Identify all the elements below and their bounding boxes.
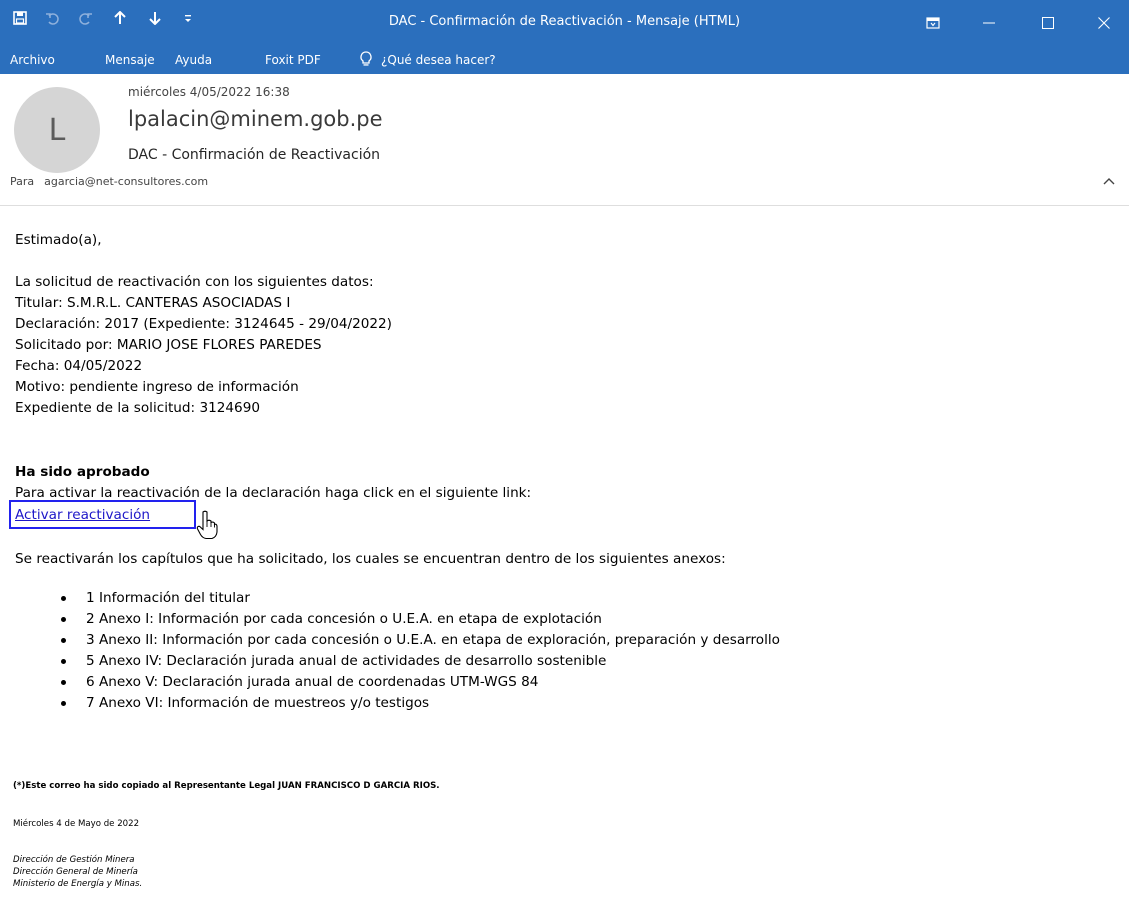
to-label: Para bbox=[10, 175, 35, 188]
tab-ayuda[interactable]: Ayuda bbox=[175, 53, 212, 67]
title-bar: DAC - Confirmación de Reactivación - Men… bbox=[0, 0, 1129, 46]
footer-note: (*)Este correo ha sido copiado al Repres… bbox=[13, 781, 440, 791]
bullet-icon bbox=[61, 638, 66, 643]
redo-icon[interactable] bbox=[76, 8, 96, 28]
recipients-line: Para agarcia@net-consultores.com bbox=[10, 175, 208, 188]
sent-date: miércoles 4/05/2022 16:38 bbox=[128, 85, 290, 99]
list-item: 3 Anexo II: Información por cada concesi… bbox=[15, 632, 780, 653]
list-item: 1 Información del titular bbox=[15, 590, 780, 611]
lightbulb-icon[interactable] bbox=[359, 51, 373, 67]
bullet-icon bbox=[61, 659, 66, 664]
avatar-initial: L bbox=[48, 112, 66, 148]
bullet-icon bbox=[61, 701, 66, 706]
maximize-icon[interactable] bbox=[1025, 0, 1071, 46]
declaracion: Declaración: 2017 (Expediente: 3124645 -… bbox=[15, 316, 392, 332]
minimize-icon[interactable] bbox=[966, 0, 1012, 46]
undo-icon[interactable] bbox=[42, 8, 62, 28]
close-icon[interactable] bbox=[1081, 0, 1127, 46]
anexos-list: 1 Información del titular 2 Anexo I: Inf… bbox=[15, 590, 780, 716]
link-instruction: Para activar la reactivación de la decla… bbox=[15, 485, 532, 501]
bullet-icon bbox=[61, 617, 66, 622]
tab-foxit-pdf[interactable]: Foxit PDF bbox=[265, 53, 321, 67]
window-title-wrap: DAC - Confirmación de Reactivación - Men… bbox=[0, 14, 1129, 29]
list-item: 7 Anexo VI: Información de muestreos y/o… bbox=[15, 695, 780, 716]
signature-line-1: Dirección de Gestión Minera bbox=[13, 855, 135, 865]
sender-address[interactable]: lpalacin@minem.gob.pe bbox=[128, 107, 383, 131]
down-arrow-icon[interactable] bbox=[145, 8, 165, 28]
anexo-label: 5 Anexo IV: Declaración jurada anual de … bbox=[86, 653, 607, 669]
avatar: L bbox=[14, 87, 100, 173]
message-header: L miércoles 4/05/2022 16:38 lpalacin@min… bbox=[0, 74, 1129, 206]
signature-line-3: Ministerio de Energía y Minas. bbox=[13, 879, 143, 889]
titular: Titular: S.M.R.L. CANTERAS ASOCIADAS I bbox=[15, 295, 291, 311]
greeting: Estimado(a), bbox=[15, 232, 102, 248]
signature-line-2: Dirección General de Minería bbox=[13, 867, 138, 877]
expediente-solicitud: Expediente de la solicitud: 3124690 bbox=[15, 400, 260, 416]
list-item: 6 Anexo V: Declaración jurada anual de c… bbox=[15, 674, 780, 695]
tab-mensaje[interactable]: Mensaje bbox=[105, 53, 155, 67]
customize-icon[interactable] bbox=[178, 8, 198, 28]
list-item: 2 Anexo I: Información por cada concesió… bbox=[15, 611, 780, 632]
capitulos-text: Se reactivarán los capítulos que ha soli… bbox=[15, 551, 726, 567]
window-title: DAC - Confirmación de Reactivación - Men… bbox=[388, 14, 741, 29]
anexo-label: 3 Anexo II: Información por cada concesi… bbox=[86, 632, 780, 648]
fecha: Fecha: 04/05/2022 bbox=[15, 358, 143, 374]
approval-status: Ha sido aprobado bbox=[15, 464, 150, 480]
footer-date: Miércoles 4 de Mayo de 2022 bbox=[13, 819, 140, 829]
anexo-label: 2 Anexo I: Información por cada concesió… bbox=[86, 611, 602, 627]
tell-me-search[interactable]: ¿Qué desea hacer? bbox=[381, 53, 496, 67]
recipient-address[interactable]: agarcia@net-consultores.com bbox=[44, 175, 208, 188]
hand-cursor-icon bbox=[196, 510, 218, 540]
bullet-icon bbox=[61, 596, 66, 601]
anexo-label: 7 Anexo VI: Información de muestreos y/o… bbox=[86, 695, 430, 711]
tab-archivo[interactable]: Archivo bbox=[10, 53, 55, 67]
motivo: Motivo: pendiente ingreso de información bbox=[15, 379, 299, 395]
anexo-label: 6 Anexo V: Declaración jurada anual de c… bbox=[86, 674, 539, 690]
ribbon-display-icon[interactable] bbox=[910, 0, 956, 46]
bullet-icon bbox=[61, 680, 66, 685]
request-intro: La solicitud de reactivación con los sig… bbox=[15, 274, 374, 290]
collapse-header-icon[interactable] bbox=[1101, 174, 1117, 190]
solicitado-por: Solicitado por: MARIO JOSE FLORES PAREDE… bbox=[15, 337, 322, 353]
save-icon[interactable] bbox=[10, 8, 30, 28]
anexo-label: 1 Información del titular bbox=[86, 590, 250, 606]
message-subject: DAC - Confirmación de Reactivación bbox=[128, 147, 381, 163]
activar-reactivacion-link[interactable]: Activar reactivación bbox=[15, 507, 150, 523]
list-item: 5 Anexo IV: Declaración jurada anual de … bbox=[15, 653, 780, 674]
ribbon-tabs: Archivo Mensaje Ayuda Foxit PDF ¿Qué des… bbox=[0, 46, 1129, 74]
up-arrow-icon[interactable] bbox=[110, 8, 130, 28]
